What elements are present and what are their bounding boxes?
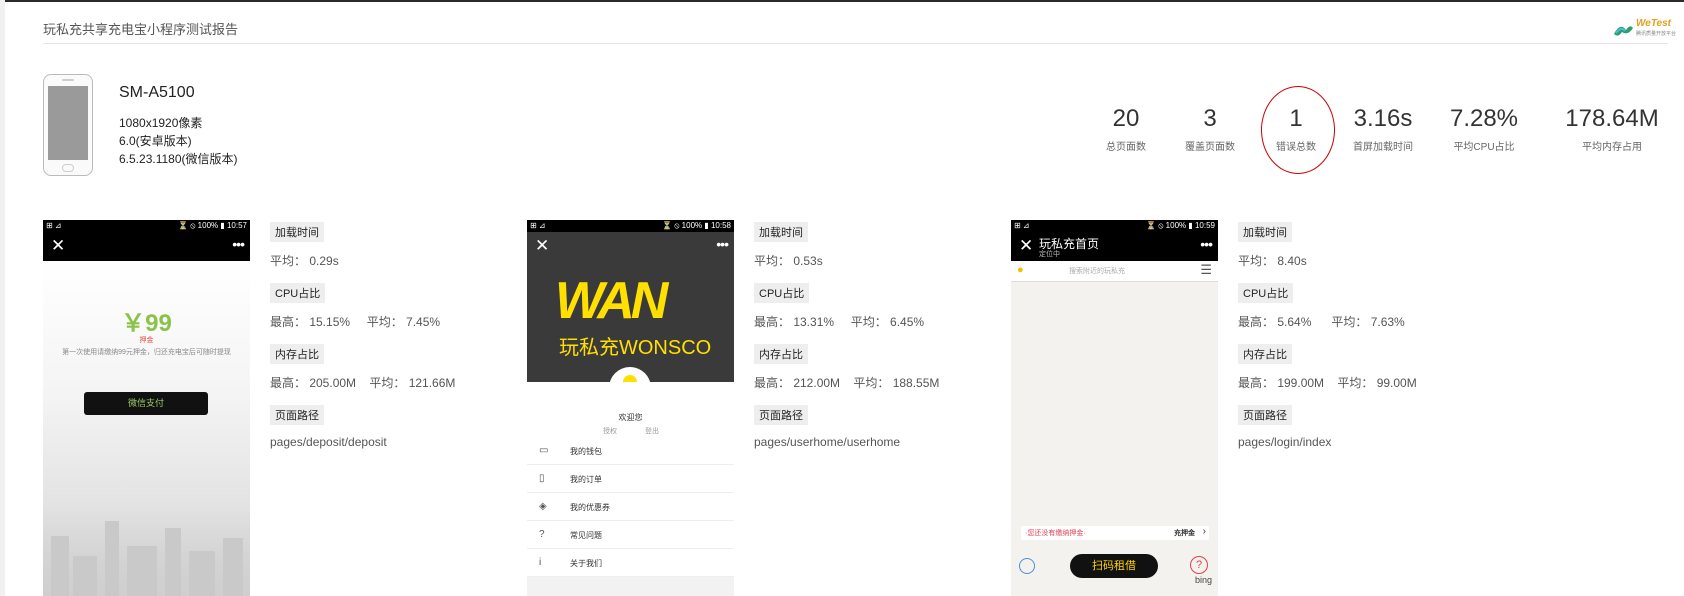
more-icon: ••• <box>1200 236 1213 252</box>
wetest-logo: WeTest 腾讯质量开放平台 <box>1612 17 1676 39</box>
menu-item-wallet: ▭ 我的钱包 <box>527 437 734 465</box>
path-tag: 页面路径 <box>754 405 808 425</box>
cpu-value: 最高： 15.15% 平均： 7.45% <box>270 315 441 329</box>
summary-stats: 20 总页面数 3 覆盖页面数 1 错误总数 3.16s 首屏加载时间 7.28… <box>0 103 1684 163</box>
user-menu: ▭ 我的钱包 ▯ 我的订单 ◈ 我的优惠券 ? 常见问题 i 关于我们 <box>527 437 734 577</box>
cpu-tag: CPU占比 <box>270 283 326 303</box>
cpu-tag: CPU占比 <box>1238 283 1294 303</box>
nav-bar: ✕ 玩私充首页 定位中 ••• <box>1011 232 1218 261</box>
close-icon: ✕ <box>535 236 550 255</box>
help-icon: ? <box>1190 556 1208 574</box>
left-rail <box>0 0 5 596</box>
logout-link: 登出 <box>645 428 659 435</box>
more-icon: ••• <box>232 236 245 252</box>
page-path: pages/userhome/userhome <box>754 435 901 449</box>
nav-bar: ✕ ••• <box>43 232 250 261</box>
page-metrics-deposit: 加载时间 平均： 0.29s CPU占比 最高： 15.15% 平均： 7.45… <box>270 222 455 463</box>
search-placeholder: 搜索附近的玩私充 <box>1069 268 1125 275</box>
nav-subtitle: 定位中 <box>1039 251 1060 258</box>
scan-rent-button: 扫码租借 <box>1070 554 1158 578</box>
page-screenshot-login[interactable]: ⊞ ⊿ ⏳ ⦸ 100% ▮ 10:59 ✕ 玩私充首页 定位中 ••• ● 搜… <box>1011 220 1218 596</box>
user-welcome: 欢迎您 授权 登出 <box>527 382 734 437</box>
nav-bar: ✕ ••• <box>527 232 734 261</box>
city-skyline <box>43 506 250 596</box>
deposit-warning: ·您还没有缴纳押金· 充押金 › <box>1021 526 1209 540</box>
menu-item-coupons: ◈ 我的优惠券 <box>527 493 734 521</box>
logo-subtext: 腾讯质量开放平台 <box>1636 31 1677 37</box>
wallet-icon: ▭ <box>539 445 549 456</box>
memory-tag: 内存占比 <box>1238 344 1292 364</box>
deposit-tip: 第一次使用请缴纳99元押金，归还充电宝后可随时提现 <box>62 349 231 356</box>
load-time-value: 平均： 0.29s <box>270 254 339 268</box>
status-bar: ⊞ ⊿ ⏳ ⦸ 100% ▮ 10:58 <box>527 220 734 232</box>
page-metrics-login: 加载时间 平均： 8.40s CPU占比 最高： 5.64% 平均： 7.63%… <box>1238 222 1417 463</box>
page-path: pages/login/index <box>1238 435 1332 449</box>
load-time-tag: 加载时间 <box>754 222 808 242</box>
path-tag: 页面路径 <box>1238 405 1292 425</box>
wechat-pay-button: 微信支付 <box>84 392 208 415</box>
deposit-page: ￥99 押金 第一次使用请缴纳99元押金，归还充电宝后可随时提现 微信支付 <box>43 261 250 596</box>
error-highlight-circle <box>1261 86 1335 174</box>
stat-avg-cpu: 7.28% 平均CPU占比 <box>1449 105 1519 153</box>
load-time-value: 平均： 0.53s <box>754 254 823 268</box>
page-screenshot-deposit[interactable]: ⊞ ⊿ ⏳ ⦸ 100% ▮ 10:57 ✕ ••• ￥99 押金 第一次使用请… <box>43 220 250 596</box>
close-icon: ✕ <box>51 236 66 255</box>
page-path: pages/deposit/deposit <box>270 435 387 449</box>
welcome-text: 欢迎您 <box>618 413 643 422</box>
memory-value: 最高： 212.00M 平均： 188.55M <box>754 376 940 390</box>
brand-name: 玩私充WONSCO <box>559 337 712 359</box>
stat-covered-pages: 3 覆盖页面数 <box>1185 105 1235 153</box>
stat-avg-memory: 178.64M 平均内存占用 <box>1565 105 1659 153</box>
cpu-value: 最高： 5.64% 平均： 7.63% <box>1238 315 1405 329</box>
question-icon: ? <box>539 529 545 540</box>
auth-link: 授权 <box>603 428 617 435</box>
memory-tag: 内存占比 <box>270 344 324 364</box>
map-area: ·您还没有缴纳押金· 充押金 › 扫码租借 ? bing <box>1011 282 1218 596</box>
coupon-icon: ◈ <box>539 501 547 512</box>
brand-logo: WAN <box>555 272 668 330</box>
close-icon: ✕ <box>1019 236 1034 255</box>
chevron-right-icon: › <box>1202 526 1206 537</box>
load-time-tag: 加载时间 <box>1238 222 1292 242</box>
brand-banner: WAN 玩私充WONSCO <box>527 261 734 409</box>
memory-tag: 内存占比 <box>754 344 808 364</box>
info-icon: i <box>539 557 542 568</box>
stat-first-load: 3.16s 首屏加载时间 <box>1353 105 1413 153</box>
menu-item-orders: ▯ 我的订单 <box>527 465 734 493</box>
memory-value: 最高： 199.00M 平均： 99.00M <box>1238 376 1417 390</box>
bing-logo: bing <box>1194 575 1212 585</box>
more-icon: ••• <box>716 236 729 252</box>
status-bar: ⊞ ⊿ ⏳ ⦸ 100% ▮ 10:59 <box>1011 220 1218 232</box>
page-metrics-userhome: 加载时间 平均： 0.53s CPU占比 最高： 13.31% 平均： 6.45… <box>754 222 939 463</box>
cpu-value: 最高： 13.31% 平均： 6.45% <box>754 315 925 329</box>
top-border <box>0 0 1684 2</box>
search-bar: ● 搜索附近的玩私充 ☰ <box>1011 261 1218 282</box>
cpu-tag: CPU占比 <box>754 283 810 303</box>
device-model: SM-A5100 <box>119 84 195 101</box>
price: ￥99 <box>121 310 172 337</box>
load-time-tag: 加载时间 <box>270 222 324 242</box>
logo-text: WeTest <box>1636 18 1672 29</box>
order-icon: ▯ <box>539 473 545 484</box>
memory-value: 最高： 205.00M 平均： 121.66M <box>270 376 456 390</box>
path-tag: 页面路径 <box>270 405 324 425</box>
report-title: 玩私充共享充电宝小程序测试报告 <box>43 22 239 37</box>
menu-item-about: i 关于我们 <box>527 549 734 577</box>
menu-icon: ☰ <box>1200 262 1212 277</box>
status-bar: ⊞ ⊿ ⏳ ⦸ 100% ▮ 10:57 <box>43 220 250 232</box>
deposit-label: 押金 <box>139 337 154 344</box>
report-header: 玩私充共享充电宝小程序测试报告 WeTest 腾讯质量开放平台 <box>43 15 1676 44</box>
page-screenshot-userhome[interactable]: ⊞ ⊿ ⏳ ⦸ 100% ▮ 10:58 ✕ ••• WAN 玩私充WONSCO… <box>527 220 734 596</box>
menu-item-faq: ? 常见问题 <box>527 521 734 549</box>
user-icon: ● <box>1017 264 1024 276</box>
locate-icon <box>1019 558 1035 574</box>
wetest-logo-icon <box>1614 26 1633 36</box>
load-time-value: 平均： 8.40s <box>1238 254 1307 268</box>
stat-total-pages: 20 总页面数 <box>1106 105 1146 153</box>
